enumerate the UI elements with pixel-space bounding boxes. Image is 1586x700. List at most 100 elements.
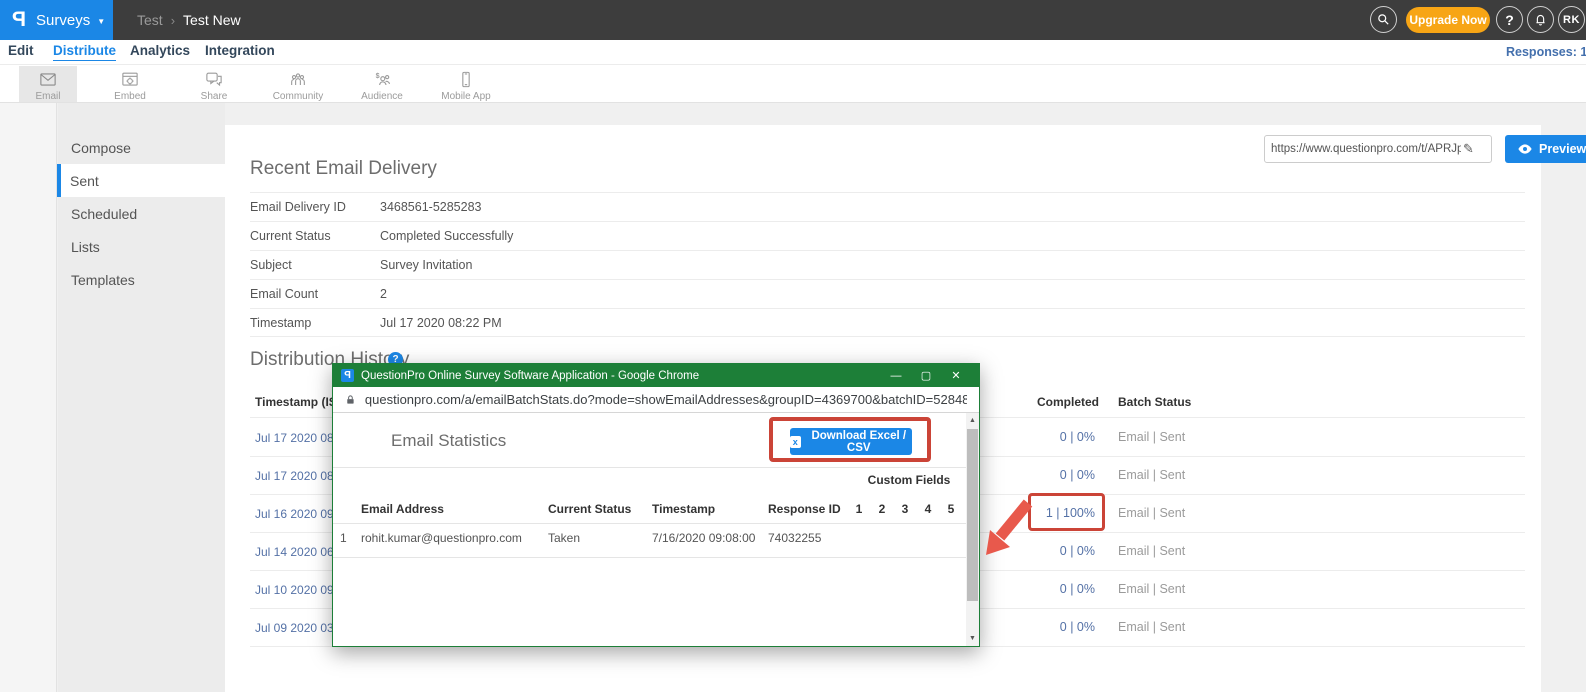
kv-row: Current Status Completed Successfully [250,221,1525,250]
maximize-icon[interactable]: ▢ [911,369,941,382]
completed-cell[interactable]: 0 | 0% [980,620,1095,634]
batch-status-cell: Email | Sent [1118,620,1185,634]
breadcrumb-separator-icon: › [171,13,175,28]
close-icon[interactable]: ✕ [941,369,971,382]
scroll-down-icon[interactable]: ▼ [966,632,979,645]
tab-edit[interactable]: Edit [8,43,34,58]
svg-text:$: $ [376,72,380,80]
tab-integration[interactable]: Integration [205,43,275,58]
community-icon [287,70,309,89]
search-icon [1376,12,1391,27]
recent-email-delivery-title: Recent Email Delivery [250,158,437,180]
column-header-cf4: 4 [923,502,933,516]
upgrade-now-button[interactable]: Upgrade Now [1406,7,1490,33]
toolbar-item-mobile-app[interactable]: Mobile App [437,66,495,102]
email-statistics-window: P QuestionPro Online Survey Software App… [332,363,980,647]
column-header-cf5: 5 [946,502,956,516]
completed-cell[interactable]: 0 | 0% [980,468,1095,482]
status-cell: Taken [548,531,580,545]
search-button[interactable] [1370,6,1397,33]
toolbar-item-label: Audience [361,91,403,102]
page-url: questionpro.com/a/emailBatchStats.do?mod… [365,392,967,407]
column-header-response-id: Response ID [768,502,841,516]
notifications-button[interactable] [1527,6,1554,33]
kv-value: Jul 17 2020 08:22 PM [380,316,502,330]
batch-status-cell: Email | Sent [1118,468,1185,482]
questionpro-logo-icon: P [12,8,26,32]
divider [333,523,966,524]
left-gutter [0,103,57,692]
toolbar-item-label: Mobile App [441,91,490,102]
kv-row: Subject Survey Invitation [250,250,1525,279]
edit-url-icon[interactable]: ✎ [1463,141,1474,157]
window-title: QuestionPro Online Survey Software Appli… [361,370,881,382]
scrollbar-thumb[interactable] [967,429,978,601]
completed-cell-highlighted[interactable]: 1 | 100% [980,506,1095,520]
excel-file-icon: x [790,436,801,448]
scrollbar[interactable]: ▲ ▼ [966,413,979,646]
embed-icon [119,70,141,89]
batch-status-cell: Email | Sent [1118,544,1185,558]
eye-icon [1517,141,1533,157]
survey-url-field: ✎ [1264,135,1492,163]
survey-section-nav: Edit Distribute Analytics Integration Re… [0,40,1586,65]
lock-icon [345,394,356,406]
completed-cell[interactable]: 0 | 0% [980,430,1095,444]
column-header-completed: Completed [1037,395,1099,409]
breadcrumb: Test › Test New [137,0,241,40]
breadcrumb-parent[interactable]: Test [137,12,163,28]
help-button[interactable]: ? [1496,6,1523,33]
toolbar-item-embed[interactable]: Embed [101,66,159,102]
toolbar-item-label: Share [201,91,228,102]
survey-url-input[interactable] [1271,143,1461,155]
column-header-cf2: 2 [877,502,887,516]
mobile-app-icon [455,70,477,89]
surveys-menu[interactable]: P Surveys ▼ [0,0,113,40]
kv-value: 3468561-5285283 [380,200,482,214]
sidebar-item-templates[interactable]: Templates [58,263,225,296]
download-excel-csv-button[interactable]: x Download Excel / CSV [790,428,912,455]
window-title-bar[interactable]: P QuestionPro Online Survey Software App… [333,364,979,387]
toolbar-item-community[interactable]: Community [269,66,327,102]
brand-label: Surveys [36,12,90,29]
responses-count[interactable]: Responses: 14 [1506,45,1586,59]
toolbar-item-email[interactable]: Email [19,66,77,102]
completed-cell[interactable]: 0 | 0% [980,582,1095,596]
minimize-icon[interactable]: — [881,370,911,382]
email-statistics-heading: Email Statistics [391,431,506,451]
kv-row: Email Delivery ID 3468561-5285283 [250,192,1525,221]
preview-button[interactable]: Preview [1505,135,1586,163]
breadcrumb-current: Test New [183,12,241,28]
batch-status-cell: Email | Sent [1118,430,1185,444]
response-id-cell: 74032255 [768,531,821,545]
address-bar[interactable]: questionpro.com/a/emailBatchStats.do?mod… [333,387,979,413]
kv-value: 2 [380,287,387,301]
toolbar-item-label: Email [35,91,60,102]
sidebar-item-sent[interactable]: Sent [57,164,225,197]
bell-icon [1533,12,1548,27]
kv-label: Email Count [250,287,380,301]
column-header-status: Current Status [548,502,631,516]
tab-distribute[interactable]: Distribute [53,43,116,61]
toolbar-item-share[interactable]: Share [185,66,243,102]
audience-icon: $ [371,70,393,89]
column-header-timestamp: Timestamp [652,502,715,516]
sidebar-item-scheduled[interactable]: Scheduled [58,197,225,230]
sidebar-item-compose[interactable]: Compose [58,131,225,164]
distribute-toolbar: Email Embed Share Community $ Audience M… [0,65,1586,103]
completed-cell[interactable]: 0 | 0% [980,544,1095,558]
tab-analytics[interactable]: Analytics [130,43,190,58]
timestamp-cell: 7/16/2020 09:08:00 [652,531,755,545]
bottom-strip [0,692,1586,700]
avatar[interactable]: RK [1558,6,1585,33]
kv-row: Email Count 2 [250,279,1525,308]
questionpro-favicon-icon: P [341,369,354,382]
column-header-batch-status: Batch Status [1118,395,1191,409]
share-icon [203,70,225,89]
email-cell: rohit.kumar@questionpro.com [361,531,522,545]
scroll-up-icon[interactable]: ▲ [966,414,979,427]
toolbar-item-audience[interactable]: $ Audience [353,66,411,102]
sidebar-item-lists[interactable]: Lists [58,230,225,263]
window-content: Email Statistics x Download Excel / CSV … [333,413,979,646]
kv-value: Survey Invitation [380,258,472,272]
